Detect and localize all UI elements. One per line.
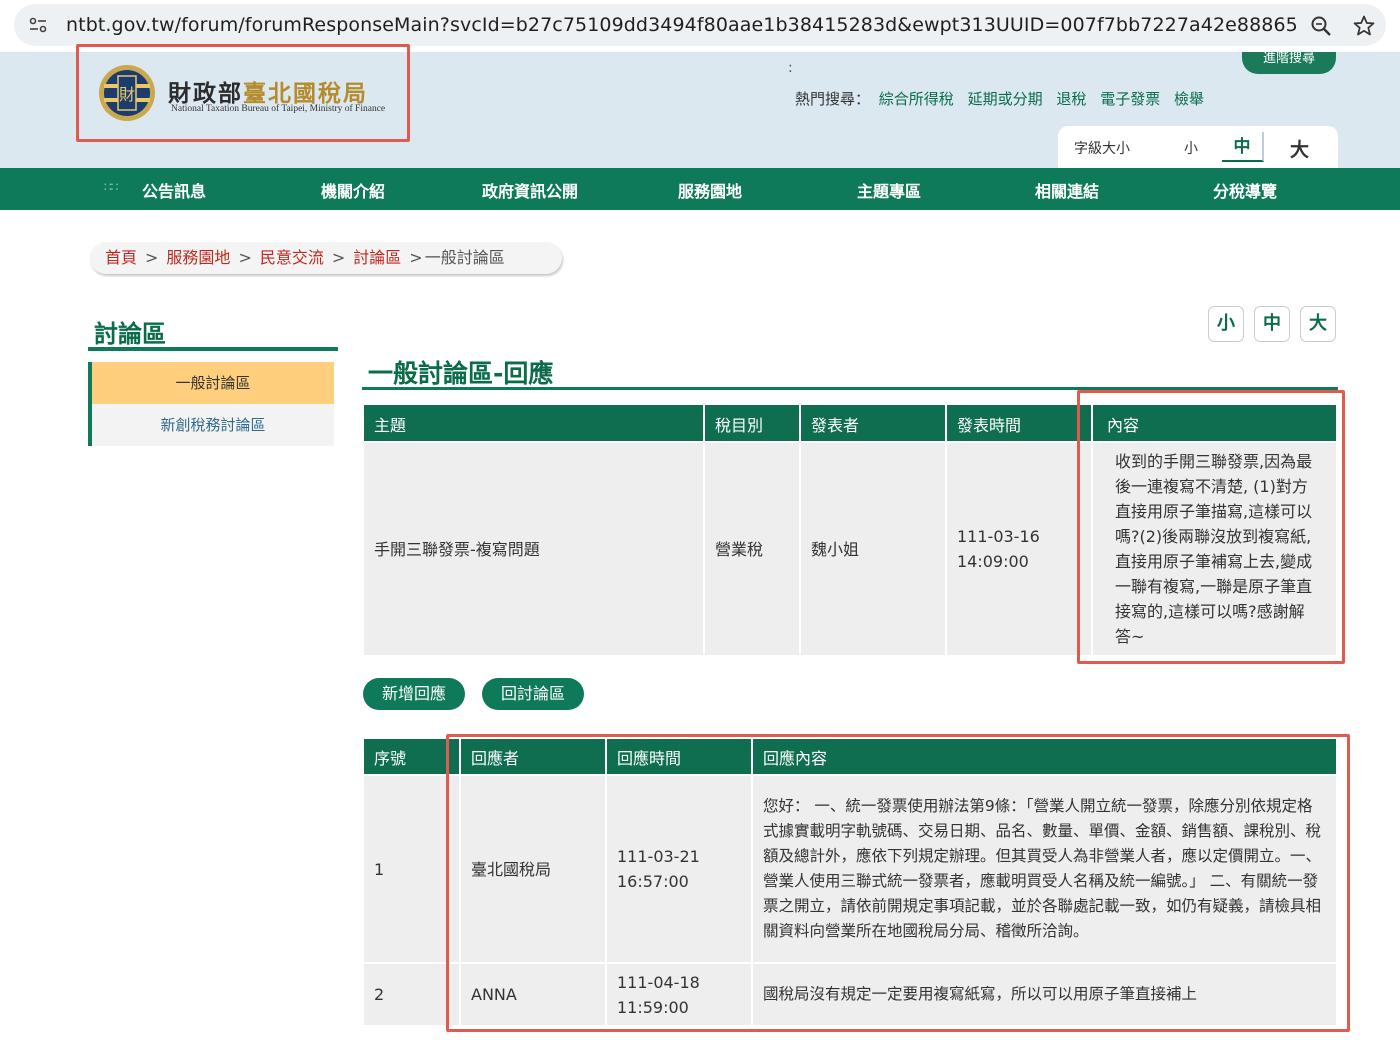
svg-text:財: 財 [119,85,135,104]
reply-no: 1 [364,774,461,963]
content-font-small-button[interactable]: 小 [1208,306,1244,342]
font-size-label: 字級大小 [1074,141,1130,157]
breadcrumb-sep: > [409,248,423,267]
reply-clock: 11:59:00 [617,997,689,1017]
logo-title[interactable]: 財政部臺北國稅局 [168,74,368,108]
col-tax-type: 稅目別 [704,405,801,442]
topic-table: 主題 稅目別 發表者 發表時間 內容 手開三聯發票-複寫問題 營業稅 魏小姐 1… [364,405,1336,655]
nav-item-about[interactable]: 機關介紹 [321,178,385,202]
logo-english: National Taxation Bureau of Taipei, Mini… [171,104,386,114]
zoom-icon[interactable] [1310,15,1332,37]
browser-bar: ntbt.gov.tw/forum/forumResponseMain?svcI… [0,0,1400,52]
topic-subject: 手開三聯發票-複寫問題 [364,441,705,655]
hot-link-report[interactable]: 檢舉 [1174,90,1204,108]
breadcrumb-sep: > [145,248,159,267]
font-size-switcher: 字級大小 小 中 大 [1058,126,1338,168]
add-reply-button[interactable]: 新增回應 [363,678,465,710]
url-text[interactable]: ntbt.gov.tw/forum/forumResponseMain?svcI… [66,14,1296,36]
nav-item-gov-info[interactable]: 政府資訊公開 [482,178,578,202]
breadcrumb-public-opinion[interactable]: 民意交流 [260,248,324,267]
col-reply-time: 回應時間 [606,739,753,775]
breadcrumb-services[interactable]: 服務園地 [166,248,230,267]
page-title-divider [362,387,1338,390]
reply-time: 111-04-18 11:59:00 [606,962,753,1025]
topic-time: 14:09:00 [957,552,1029,571]
topic-posted-time: 111-03-16 14:09:00 [946,441,1093,655]
nav-item-links[interactable]: 相關連結 [1035,178,1099,202]
topic-tax-type: 營業稅 [704,441,801,655]
nav-item-branches[interactable]: 分稅導覽 [1213,178,1277,202]
logo-ministry: 財政部 [168,80,243,107]
address-bar[interactable]: ntbt.gov.tw/forum/forumResponseMain?svcI… [14,4,1386,46]
reply-content: 國稅局沒有規定一定要用複寫紙寫，所以可以用原子筆直接補上 [752,962,1336,1025]
topic-content: 收到的手開三聯發票,因為最後一連複寫不清楚, (1)對方直接用原子筆描寫,這樣可… [1092,441,1336,655]
reply-no: 2 [364,962,461,1025]
col-posted-time: 發表時間 [946,405,1093,442]
table-row: 2 ANNA 111-04-18 11:59:00 國稅局沒有規定一定要用複寫紙寫… [364,962,1336,1025]
bureau-emblem-icon[interactable]: 財 [98,64,156,122]
col-no: 序號 [364,739,461,775]
nav-item-topics[interactable]: 主題專區 [857,178,921,202]
reply-clock: 16:57:00 [617,872,689,891]
page-title: 一般討論區-回應 [368,359,554,388]
col-content: 內容 [1092,405,1336,442]
breadcrumb-sep: > [331,248,346,267]
topic-date: 111-03-16 [957,527,1040,546]
col-reply-content: 回應內容 [752,739,1336,775]
tune-icon[interactable] [28,15,48,35]
col-subject: 主題 [364,405,705,442]
nav-item-announcements[interactable]: 公告訊息 [142,178,206,202]
table-row: 手開三聯發票-複寫問題 營業稅 魏小姐 111-03-16 14:09:00 收到… [364,441,1336,655]
nav-item-services[interactable]: 服務園地 [678,178,742,202]
breadcrumb-home[interactable]: 首頁 [105,248,137,267]
reply-date: 111-04-18 [617,972,700,992]
hot-link-income-tax[interactable]: 綜合所得稅 [879,90,954,108]
breadcrumb-current: 一般討論區 [424,248,505,267]
hot-link-e-invoice[interactable]: 電子發票 [1100,90,1160,108]
content-font-large-button[interactable]: 大 [1300,306,1336,342]
nav-dots-icon: ∷∷ [104,180,118,194]
topic-author: 魏小姐 [800,441,947,655]
reply-content: 您好： 一、統一發票使用辦法第9條：「營業人開立統一發票，除應分別依規定格式據實… [752,774,1336,963]
hot-search: 熱門搜尋： 綜合所得稅 延期或分期 退稅 電子發票 檢舉 [795,88,1213,109]
breadcrumb-forum[interactable]: 討論區 [353,248,401,267]
table-row: 1 臺北國稅局 111-03-21 16:57:00 您好： 一、統一發票使用辦法… [364,774,1336,963]
star-icon[interactable] [1352,14,1376,38]
sidebar-item-startup-forum[interactable]: 新創稅務討論區 [88,404,334,446]
header-colon: : [788,60,793,76]
reply-responder: 臺北國稅局 [460,774,607,963]
sidebar-title: 討論區 [94,320,166,348]
font-small-button[interactable]: 小 [1184,138,1198,158]
back-to-forum-button[interactable]: 回討論區 [482,678,584,710]
advanced-search-button[interactable]: 進階搜尋 [1242,52,1336,74]
reply-time: 111-03-21 16:57:00 [606,774,753,963]
breadcrumb: 首頁 > 服務園地 > 民意交流 > 討論區 > 一般討論區 [90,242,562,274]
breadcrumb-sep: > [238,248,252,267]
col-author: 發表者 [800,405,947,442]
hot-search-label: 熱門搜尋： [795,90,871,108]
col-responder: 回應者 [460,739,607,775]
reply-date: 111-03-21 [617,847,700,866]
content-font-medium-button[interactable]: 中 [1254,306,1290,342]
sidebar-divider [88,347,338,351]
hot-link-extension[interactable]: 延期或分期 [968,90,1043,108]
sidebar-item-general-forum[interactable]: 一般討論區 [88,362,334,404]
main-nav: ∷∷ 公告訊息 機關介紹 政府資訊公開 服務園地 主題專區 相關連結 分稅導覽 [0,168,1400,210]
reply-responder: ANNA [460,962,607,1025]
logo-bureau: 臺北國稅局 [243,80,368,107]
hot-link-refund[interactable]: 退稅 [1056,90,1086,108]
reply-table: 序號 回應者 回應時間 回應內容 1 臺北國稅局 111-03-21 16:57:… [364,739,1336,1025]
font-medium-button[interactable]: 中 [1222,132,1264,162]
font-large-button[interactable]: 大 [1290,135,1309,162]
